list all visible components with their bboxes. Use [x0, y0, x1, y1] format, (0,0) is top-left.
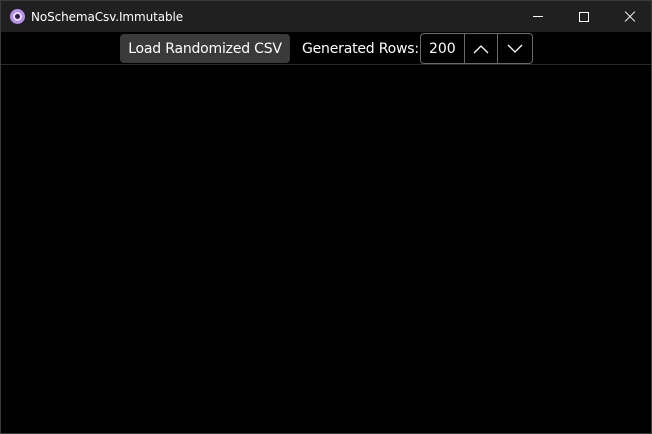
chevron-down-icon — [507, 44, 523, 53]
close-icon — [624, 11, 636, 23]
load-randomized-csv-button[interactable]: Load Randomized CSV — [120, 34, 290, 63]
generated-rows-label: Generated Rows: — [302, 41, 419, 57]
generated-rows-input[interactable]: 200 — [421, 34, 465, 63]
toolbar: Load Randomized CSV Generated Rows: 200 — [1, 32, 651, 65]
minimize-button[interactable] — [515, 1, 561, 32]
title-bar[interactable]: NoSchemaCsv.Immutable — [1, 1, 651, 32]
data-grid-area[interactable] — [1, 65, 651, 433]
maximize-icon — [579, 11, 589, 22]
chevron-up-icon — [473, 44, 489, 53]
maximize-button[interactable] — [561, 1, 607, 32]
increment-button[interactable] — [465, 34, 499, 63]
app-window: NoSchemaCsv.Immutable Load Randomized CS… — [0, 0, 652, 434]
close-button[interactable] — [607, 1, 652, 32]
app-icon — [10, 9, 25, 24]
generated-rows-stepper: 200 — [420, 33, 533, 64]
decrement-button[interactable] — [498, 34, 532, 63]
window-title: NoSchemaCsv.Immutable — [31, 10, 183, 24]
minimize-icon — [533, 16, 543, 17]
